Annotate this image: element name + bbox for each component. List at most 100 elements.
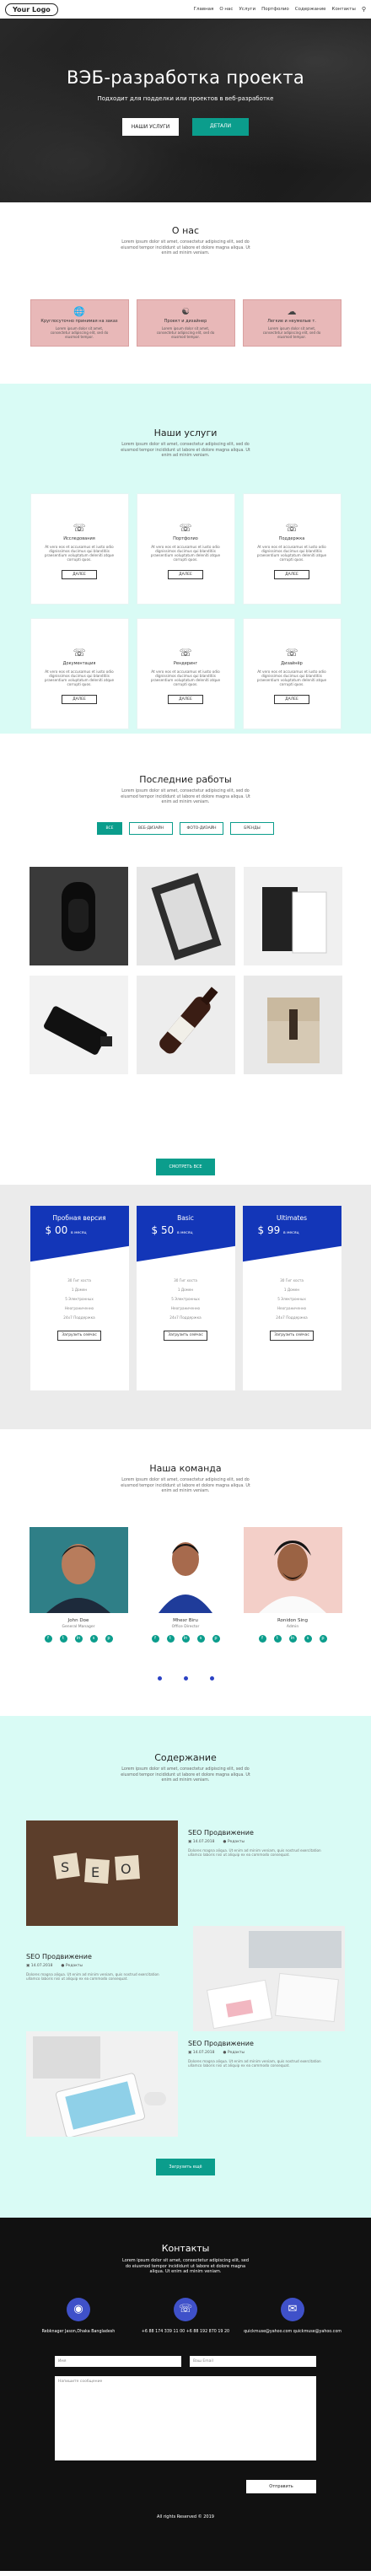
portfolio-item-fitness-band[interactable]	[29, 866, 128, 965]
skype-icon[interactable]: s	[196, 1634, 205, 1643]
team-member-name: John Doe	[67, 1617, 89, 1623]
team-member-photo	[29, 1526, 128, 1613]
pinterest-icon[interactable]: p	[319, 1634, 327, 1643]
plan-download-button[interactable]: Загрузить сейчас	[270, 1331, 314, 1341]
contact-email: ✉ quickmuse@yahoo.com quickmuse@yahoo.co…	[244, 2297, 342, 2335]
facebook-icon[interactable]: f	[258, 1634, 266, 1643]
service-title: Портфолио	[173, 535, 198, 541]
envelope-icon: ✉	[281, 2297, 304, 2321]
plan-feature: 5 Электронных	[277, 1297, 306, 1301]
plan-feature: 1 Домен	[283, 1288, 300, 1292]
contact-phone: ☏ +6 88 174 339 11 00 +6 88 192 870 19 2…	[137, 2297, 235, 2335]
blog-post-image[interactable]	[193, 1925, 345, 2031]
hero-title: ВЭБ-разработка проекта	[66, 67, 305, 88]
about-card-title: Проект и дизайнер	[164, 318, 207, 324]
menu-item-services[interactable]: Услуги	[239, 7, 255, 12]
about-card: ☁ Легкие и неумелые т. Lorem ipsum dolor…	[242, 298, 341, 347]
pricing-header: Пробная версия $ 00 в месяц	[30, 1206, 129, 1262]
blog-post-date: 14.07.2018	[30, 1963, 53, 1968]
name-input[interactable]: Имя	[55, 2355, 181, 2367]
service-card: ☏ Портфолио At vero eos et accusamus et …	[136, 492, 235, 605]
menu-item-blog[interactable]: Содержание	[295, 7, 326, 12]
our-services-button[interactable]: НАШИ УСЛУГИ	[122, 118, 179, 136]
portfolio-item-bags[interactable]	[243, 866, 342, 965]
filter-photo-design[interactable]: ФОТО-ДИЗАЙН	[180, 821, 223, 835]
service-more-button[interactable]: ДАЛЕЕ	[274, 569, 309, 579]
services-section: Наши услуги Lorem ipsum dolor sit amet, …	[0, 384, 371, 734]
team-member-name: Ronidon Sing	[277, 1617, 309, 1623]
portfolio-item-wine-bottle[interactable]	[136, 975, 235, 1074]
menu-item-contacts[interactable]: Контакты	[332, 7, 356, 12]
plan-download-button[interactable]: Загрузить сейчас	[164, 1331, 207, 1341]
phone-text[interactable]: +6 88 174 339 11 00 +6 88 192 870 19 20	[137, 2330, 235, 2335]
search-icon[interactable]: ⚲	[362, 6, 366, 13]
about-card-text: Lorem ipsum dolor sit amet, consectetur …	[262, 325, 321, 339]
user-icon: ●	[223, 1839, 227, 1844]
hero-subtitle: Подходит для подделки или проектов в веб…	[97, 95, 274, 102]
blog-post-image[interactable]: SEO	[26, 1820, 178, 1926]
carousel-dot[interactable]	[157, 1675, 162, 1681]
filter-brands[interactable]: БРЕНДЫ	[230, 821, 274, 835]
service-title: Исследования	[63, 535, 95, 541]
filter-web-design[interactable]: ВЕБ-ДИЗАЙН	[129, 821, 173, 835]
hero-content: ВЭБ-разработка проекта Подходит для подд…	[0, 67, 371, 136]
plan-feature: 1 Домен	[71, 1288, 88, 1292]
blog-post-title[interactable]: SEO Продвижение	[188, 2040, 345, 2047]
service-card: ☏ Поддержка At vero eos et accusamus et …	[242, 492, 341, 605]
menu-item-about[interactable]: О нас	[219, 7, 233, 12]
facebook-icon[interactable]: f	[151, 1634, 159, 1643]
calendar-icon: ▣	[26, 1963, 30, 1968]
plan-unit: в месяц	[177, 1231, 193, 1235]
contacts-description: Lorem ipsum dolor sit amet, consectetur …	[122, 2258, 249, 2274]
blog-post-excerpt: Dolores magna aliqua. Ut enim ad minim v…	[188, 2058, 321, 2068]
menu-item-home[interactable]: Главная	[194, 7, 214, 12]
about-card: 🌐 Круглосуточно принимая на заказ Lorem …	[30, 298, 129, 347]
services-description: Lorem ipsum dolor sit amet, consectetur …	[121, 443, 250, 458]
details-button[interactable]: ДЕТАЛИ	[192, 118, 249, 136]
phone-icon: ☏	[285, 521, 298, 534]
skype-icon[interactable]: s	[304, 1634, 312, 1643]
team-carousel-dots	[0, 1675, 371, 1681]
carousel-dot[interactable]	[209, 1675, 214, 1681]
blog-post-image[interactable]	[26, 2030, 178, 2137]
carousel-dot[interactable]	[183, 1675, 188, 1681]
service-more-button[interactable]: ДАЛЕЕ	[168, 694, 203, 704]
linkedin-icon[interactable]: in	[74, 1634, 83, 1643]
message-textarea[interactable]: Напишите сообщение	[55, 2375, 316, 2460]
portfolio-item-packaging[interactable]	[136, 866, 235, 965]
plan-feature: 30 Гиг хоста	[174, 1278, 197, 1283]
load-more-button[interactable]: Загрузить ещё	[156, 2158, 215, 2175]
logo[interactable]: Your Logo	[5, 3, 58, 16]
email-text[interactable]: quickmuse@yahoo.com quickmuse@yahoo.com	[244, 2330, 342, 2335]
email-input[interactable]: Ваш Email	[190, 2355, 316, 2367]
service-more-button[interactable]: ДАЛЕЕ	[274, 694, 309, 704]
plan-download-button[interactable]: Загрузить сейчас	[57, 1331, 101, 1341]
blog-post-title[interactable]: SEO Продвижение	[26, 1953, 185, 1960]
pinterest-icon[interactable]: p	[105, 1634, 113, 1643]
blog-post-title[interactable]: SEO Продвижение	[188, 1829, 345, 1837]
twitter-icon[interactable]: t	[273, 1634, 282, 1643]
about-card-title: Круглосуточно принимая на заказ	[40, 318, 118, 324]
service-more-button[interactable]: ДАЛЕЕ	[62, 694, 97, 704]
plan-price: $ 99	[257, 1224, 281, 1236]
view-all-button[interactable]: СМОТРЕТЬ ВСЕ	[156, 1158, 215, 1175]
filter-all[interactable]: ВСЕ	[97, 821, 122, 835]
skype-icon[interactable]: s	[89, 1634, 98, 1643]
twitter-icon[interactable]: t	[166, 1634, 175, 1643]
plan-feature: 5 Электронных	[65, 1297, 94, 1301]
facebook-icon[interactable]: f	[44, 1634, 52, 1643]
portfolio-item-paper-bag[interactable]	[243, 975, 342, 1074]
plan-price: $ 50	[151, 1224, 175, 1236]
service-more-button[interactable]: ДАЛЕЕ	[168, 569, 203, 579]
blog-title: Содержание	[154, 1752, 217, 1763]
phone-icon: ☏	[285, 646, 298, 659]
twitter-icon[interactable]: t	[59, 1634, 67, 1643]
service-text: At vero eos et accusamus et iusto odio d…	[44, 669, 115, 687]
pinterest-icon[interactable]: p	[212, 1634, 220, 1643]
send-button[interactable]: Отправить	[246, 2479, 316, 2493]
menu-item-portfolio[interactable]: Портфолио	[261, 7, 289, 12]
linkedin-icon[interactable]: in	[181, 1634, 190, 1643]
service-more-button[interactable]: ДАЛЕЕ	[62, 569, 97, 579]
linkedin-icon[interactable]: in	[288, 1634, 297, 1643]
portfolio-item-tube[interactable]	[29, 975, 128, 1074]
